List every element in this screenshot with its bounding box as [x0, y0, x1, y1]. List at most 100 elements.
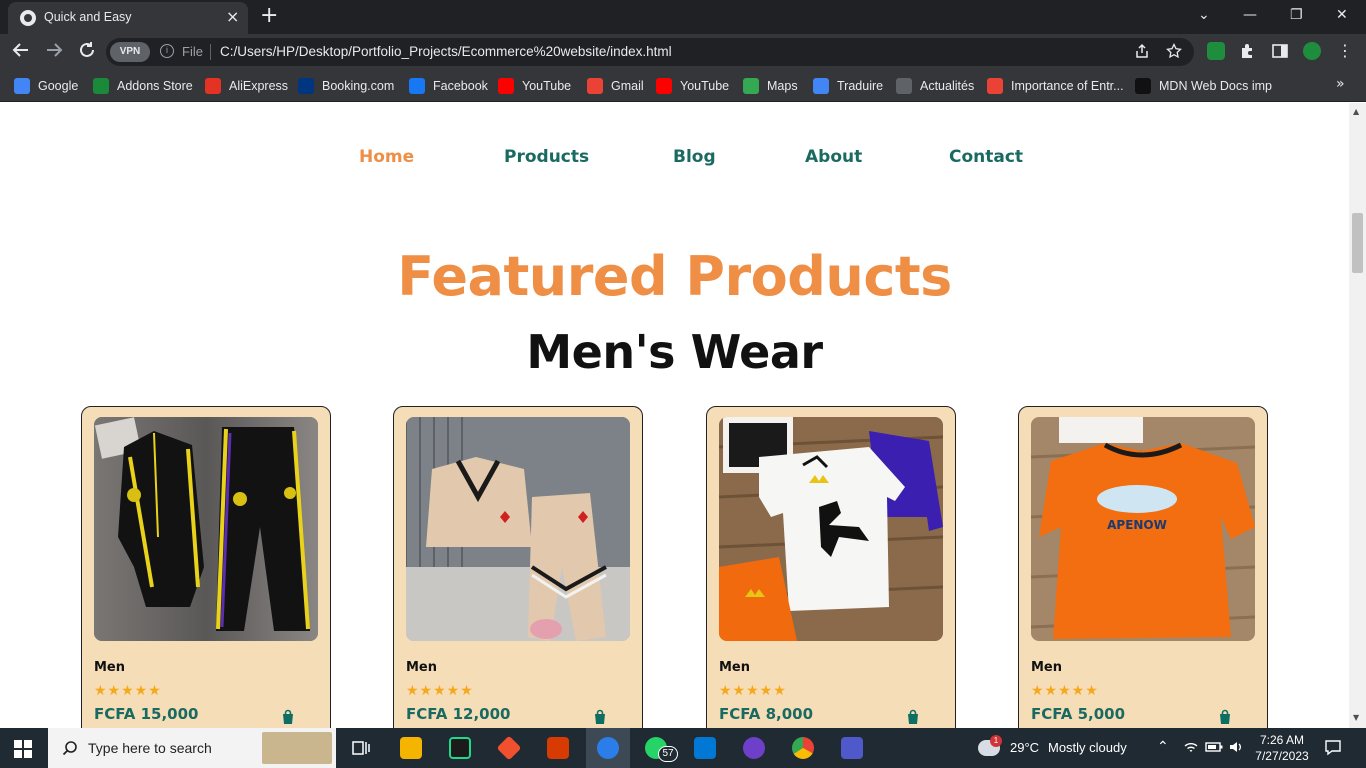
product-card[interactable]: Men ★★★★★ FCFA 15,000: [81, 406, 331, 728]
shopping-bag-icon[interactable]: [592, 709, 608, 725]
menu-kebab-icon[interactable]: ⋮: [1336, 42, 1354, 60]
shopping-bag-icon[interactable]: [280, 709, 296, 725]
windows-start-icon[interactable]: [14, 740, 32, 758]
bookmark-item[interactable]: YouTube: [498, 77, 571, 95]
clock-date: 7/27/2023: [1255, 749, 1309, 763]
minimize-button[interactable]: —: [1243, 5, 1257, 25]
nav-blog[interactable]: Blog: [673, 147, 716, 167]
tab-search-icon[interactable]: ⌄: [1198, 5, 1210, 25]
volume-icon[interactable]: [1228, 739, 1244, 758]
tab-close-icon[interactable]: ×: [226, 8, 239, 26]
product-image-orange-tshirt[interactable]: APENOW: [1031, 417, 1255, 641]
profile-shield-icon[interactable]: [1303, 42, 1321, 60]
browser-tab[interactable]: Quick and Easy ×: [8, 2, 248, 34]
vpn-badge[interactable]: VPN: [110, 42, 150, 62]
bookmark-item[interactable]: Gmail: [587, 77, 644, 95]
bookmark-item[interactable]: Google: [14, 77, 78, 95]
chrome-icon[interactable]: [792, 737, 814, 759]
vscode-icon[interactable]: [694, 737, 716, 759]
bookmark-item[interactable]: Addons Store: [93, 77, 193, 95]
address-bar[interactable]: VPN i File C:/Users/HP/Desktop/Portfolio…: [106, 38, 1194, 66]
close-window-button[interactable]: ✕: [1336, 5, 1348, 25]
product-price: FCFA 15,000: [94, 705, 199, 723]
extensions-puzzle-icon[interactable]: [1239, 42, 1257, 60]
bookmark-label: Facebook: [433, 79, 488, 93]
forward-arrow-icon: [47, 43, 63, 57]
section-title: Featured Products: [397, 245, 952, 308]
windows-taskbar: Type here to search 57 1 29°C Mostly clo…: [0, 728, 1366, 768]
bookmark-item[interactable]: AliExpress: [205, 77, 288, 95]
product-image-beige-set[interactable]: [406, 417, 630, 641]
bookmark-item[interactable]: Booking.com: [298, 77, 394, 95]
maps-icon: [743, 78, 759, 94]
github-icon[interactable]: [743, 737, 765, 759]
page-scrollbar[interactable]: ▲ ▼: [1349, 103, 1366, 728]
bookmark-item[interactable]: Facebook: [409, 77, 488, 95]
git-icon[interactable]: [496, 735, 522, 761]
product-card[interactable]: Men ★★★★★ FCFA 8,000: [706, 406, 956, 728]
bookmark-label: Addons Store: [117, 79, 193, 93]
notifications-icon[interactable]: [1324, 738, 1342, 759]
weather-text[interactable]: Mostly cloudy: [1048, 740, 1127, 755]
shopping-bag-icon[interactable]: [905, 709, 921, 725]
google-icon: [14, 78, 30, 94]
share-icon[interactable]: [1134, 43, 1150, 63]
product-brand: Men: [1031, 660, 1063, 675]
url-text[interactable]: C:/Users/HP/Desktop/Portfolio_Projects/E…: [220, 44, 672, 59]
shopping-bag-icon[interactable]: [1217, 709, 1233, 725]
pycharm-icon[interactable]: [449, 737, 471, 759]
bookmark-label: Gmail: [611, 79, 644, 93]
product-brand: Men: [719, 660, 751, 675]
lock-extension-icon[interactable]: [1207, 42, 1225, 60]
nav-about[interactable]: About: [805, 147, 862, 167]
file-explorer-icon[interactable]: [400, 737, 422, 759]
product-price: FCFA 8,000: [719, 705, 814, 723]
product-image-black-tracksuit[interactable]: [94, 417, 318, 641]
new-tab-button[interactable]: +: [260, 4, 278, 28]
news-icon: [896, 78, 912, 94]
restore-button[interactable]: ❐: [1290, 5, 1303, 25]
bookmark-item[interactable]: Actualités: [896, 77, 974, 95]
browser-icon[interactable]: [597, 737, 619, 759]
tab-title: Quick and Easy: [44, 10, 132, 24]
addons-store-icon: [93, 78, 109, 94]
more-bookmarks-icon[interactable]: »: [1336, 76, 1345, 92]
bookmark-label: YouTube: [680, 79, 730, 93]
weather-temp[interactable]: 29°C: [1010, 740, 1039, 755]
back-button[interactable]: [12, 41, 30, 64]
info-icon[interactable]: i: [160, 44, 174, 58]
scroll-up-icon[interactable]: ▲: [1353, 107, 1359, 116]
product-card[interactable]: APENOW Men ★★★★★ FCFA 5,000: [1018, 406, 1268, 728]
scroll-down-icon[interactable]: ▼: [1353, 713, 1359, 722]
nav-contact[interactable]: Contact: [949, 147, 1023, 167]
url-divider: [210, 44, 211, 60]
bookmark-item[interactable]: MDN Web Docs imp: [1135, 77, 1272, 95]
task-view-icon[interactable]: [350, 737, 372, 759]
wifi-icon[interactable]: [1183, 739, 1199, 758]
office-icon[interactable]: [547, 737, 569, 759]
bookmark-item[interactable]: Maps: [743, 77, 798, 95]
aliexpress-icon: [205, 78, 221, 94]
bookmark-item[interactable]: Importance of Entr...: [987, 77, 1124, 95]
product-card[interactable]: Men ★★★★★ FCFA 12,000: [393, 406, 643, 728]
bookmark-item[interactable]: YouTube: [656, 77, 729, 95]
system-clock[interactable]: 7:26 AM 7/27/2023: [1252, 732, 1312, 764]
forward-button[interactable]: [45, 41, 63, 64]
browser-tab-bar: Quick and Easy × + ⌄ — ❐ ✕: [0, 0, 1366, 34]
scrollbar-thumb[interactable]: [1352, 213, 1363, 273]
side-panel-icon[interactable]: [1271, 42, 1289, 60]
bookmark-item[interactable]: Traduire: [813, 77, 883, 95]
bookmark-star-icon[interactable]: [1166, 42, 1182, 63]
bookmarks-bar: » Google Addons Store AliExpress Booking.co…: [0, 70, 1366, 102]
mdn-icon: [1135, 78, 1151, 94]
nav-products[interactable]: Products: [504, 147, 589, 167]
whatsapp-badge: 57: [658, 746, 678, 762]
reload-button[interactable]: [78, 41, 96, 64]
product-image-dino-tshirts[interactable]: [719, 417, 943, 641]
rating-stars-icon: ★★★★★: [719, 683, 787, 699]
battery-icon[interactable]: [1205, 739, 1223, 758]
teams-icon[interactable]: [841, 737, 863, 759]
taskbar-search-box[interactable]: Type here to search: [48, 728, 336, 768]
tray-chevron-up-icon[interactable]: ⌃: [1157, 738, 1169, 755]
nav-home[interactable]: Home: [359, 147, 414, 167]
